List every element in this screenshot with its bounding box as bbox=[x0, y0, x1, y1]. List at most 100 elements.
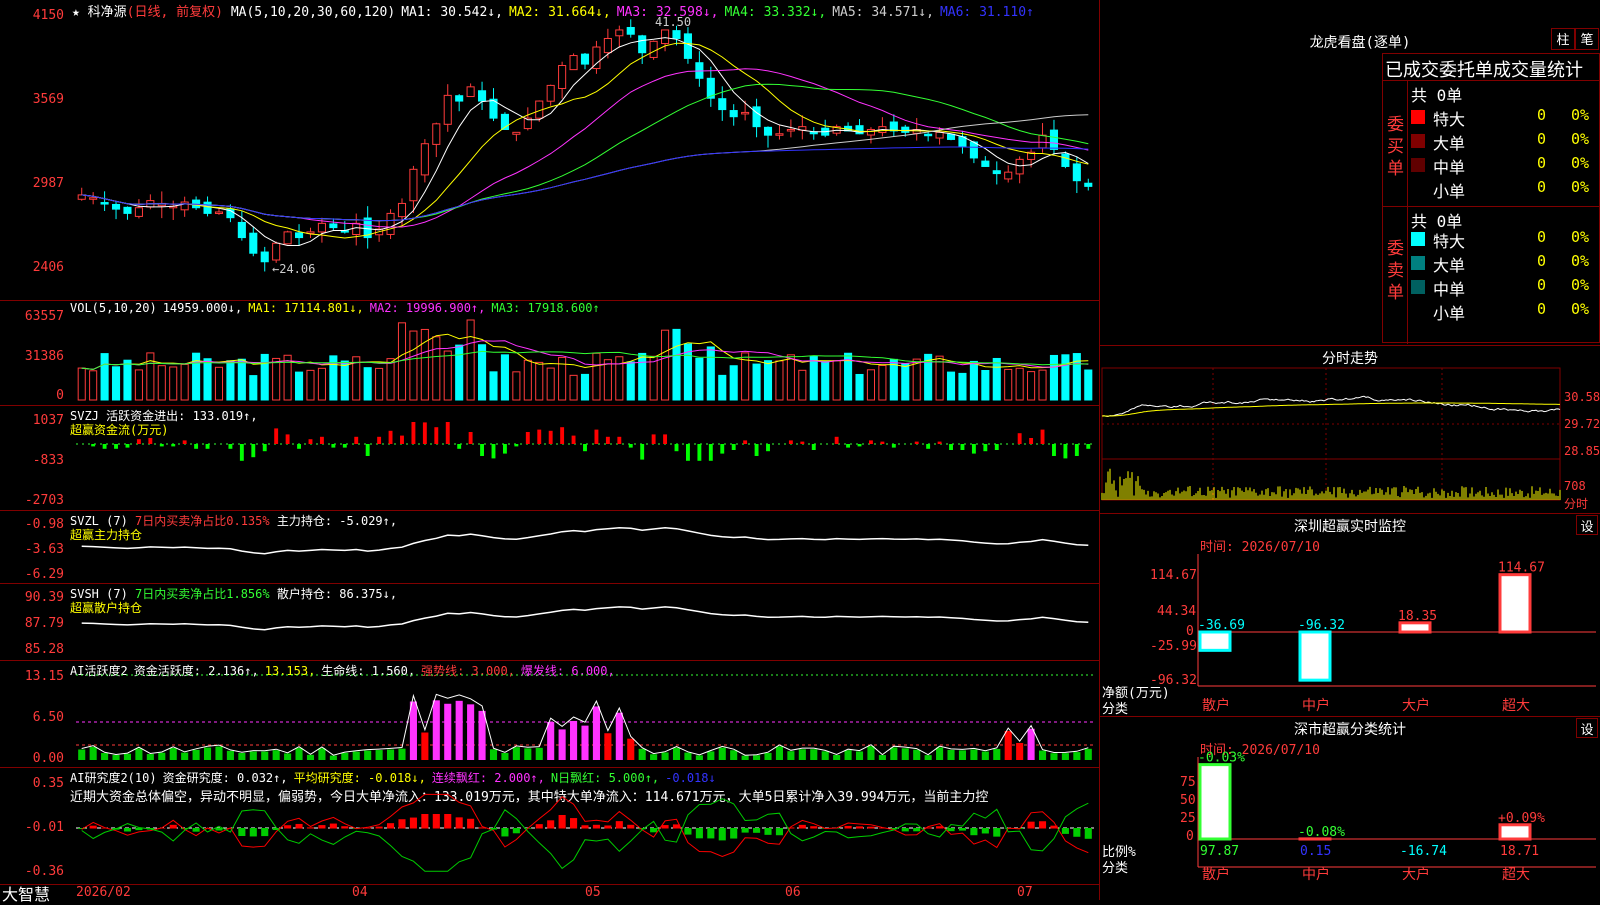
sell-row-pct-2: 0% bbox=[1571, 276, 1589, 294]
fl-bottom-label-1: 0.15 bbox=[1300, 844, 1331, 859]
ma-legend-item-0: MA(5,10,20,30,60,120) bbox=[231, 5, 395, 20]
buy-total: 共 0单 bbox=[1411, 82, 1462, 106]
svsh-value: 散户持仓: 86.375↓, bbox=[277, 587, 397, 601]
sell-row-val-2: 0 bbox=[1537, 276, 1546, 294]
fl-bottom-label-0: 97.87 bbox=[1200, 844, 1239, 859]
ai2-legend-item-4: N日飘红: 5.000↑, bbox=[551, 771, 659, 785]
fl-top-label-1: -0.08% bbox=[1298, 825, 1345, 840]
buy-row-swatch-1 bbox=[1411, 134, 1425, 148]
sell-row-pct-1: 0% bbox=[1571, 252, 1589, 270]
sz-bar-1 bbox=[1300, 632, 1330, 680]
x-tick-1: 04 bbox=[352, 885, 368, 900]
vol-legend-item-4: MA3: 17918.600↑ bbox=[491, 301, 599, 315]
buy-row-swatch-2 bbox=[1411, 158, 1425, 172]
bottom-left-logo: 大智慧 bbox=[2, 881, 50, 905]
sz-bar-0 bbox=[1200, 632, 1230, 650]
sell-row-swatch-3 bbox=[1411, 304, 1425, 318]
sell-row-name-2: 中单 bbox=[1433, 276, 1465, 300]
ai1-legend-item-2: 13.153, bbox=[265, 664, 316, 678]
star-icon: ★ bbox=[72, 5, 80, 20]
main-chart-area[interactable]: ★ 科净源(日线, 前复权) MA(5,10,20,30,60,120) MA1:… bbox=[0, 0, 1100, 900]
ai1-legend-item-1: 资金活跃度: 2.136↑, bbox=[134, 664, 259, 678]
bi-button[interactable]: 笔 bbox=[1575, 28, 1599, 50]
ai2-axis-2: -0.36 bbox=[0, 864, 64, 879]
ai-activity-pane[interactable]: AI活跃度2资金活跃度: 2.136↑,13.153,生命线: 1.560,强势… bbox=[0, 660, 1100, 768]
stock-mode: (日线, 前复权) bbox=[127, 5, 223, 20]
ai2-legend-item-5: -0.018↓ bbox=[665, 771, 716, 785]
vol-legend-item-3: MA2: 19996.900↑, bbox=[370, 301, 486, 315]
ai1-legend-item-5: 爆发线: 6.000, bbox=[521, 664, 615, 678]
buy-row-name-1: 大单 bbox=[1433, 130, 1465, 154]
ai1-axis-0: 13.15 bbox=[0, 669, 64, 684]
ai2-legend-item-2: 平均研究度: -0.018↓, bbox=[294, 771, 426, 785]
lhb-title: 龙虎看盘(逐单) bbox=[1260, 32, 1460, 52]
sz-monitor-panel[interactable]: 深圳超赢实时监控 设 时间: 2026/07/10 114.67 44.34 0… bbox=[1100, 513, 1600, 717]
zhu-button[interactable]: 柱 bbox=[1551, 28, 1575, 50]
ai1-legend-item-4: 强势线: 3.000, bbox=[421, 664, 515, 678]
vol-axis-1: 31386 bbox=[0, 349, 64, 364]
sz-val-label-3: 114.67 bbox=[1498, 561, 1545, 576]
fenshi-svg bbox=[1100, 346, 1600, 514]
svzj-axis-0: 1037 bbox=[0, 413, 64, 428]
x-tick-2: 05 bbox=[585, 885, 601, 900]
ma-legend-item-5: MA5: 34.571↓, bbox=[832, 5, 934, 20]
ma-legend-item-2: MA2: 31.664↓, bbox=[509, 5, 611, 20]
svsh-ratio: 7日内买卖净占比1.856% bbox=[135, 587, 270, 601]
ai2-legend-item-3: 连续飘红: 2.000↑, bbox=[432, 771, 545, 785]
fenshi-panel[interactable]: 分时走势 30.58 29.72 28.85 708 分时 bbox=[1100, 345, 1600, 514]
sz-bar-svg: -36.69散户-96.32中户18.35大户114.67超大 bbox=[1100, 514, 1600, 717]
ma-legend-item-1: MA1: 30.542↓, bbox=[401, 5, 503, 20]
stock-name: 科净源 bbox=[88, 5, 127, 20]
ma-legend-item-4: MA4: 33.332↓, bbox=[724, 5, 826, 20]
svzj-axis-2: -2703 bbox=[0, 493, 64, 508]
buy-row-pct-3: 0% bbox=[1571, 178, 1589, 196]
ai-research-pane[interactable]: AI研究度2(10) 资金研究度: 0.032↑, 平均研究度: -0.018↓, 连… bbox=[0, 767, 1100, 886]
buy-label: 委买单 bbox=[1387, 114, 1405, 180]
svsh-line2: 超赢散户持仓 bbox=[70, 599, 142, 616]
ai2-axis-1: -0.01 bbox=[0, 820, 64, 835]
price-pane[interactable]: ★ 科净源(日线, 前复权) MA(5,10,20,30,60,120) MA1:… bbox=[0, 0, 1100, 300]
fl-cat-label-3: 超大 bbox=[1502, 867, 1530, 883]
sz-val-label-0: -36.69 bbox=[1198, 618, 1245, 633]
svzl-pane[interactable]: SVZL (7) 7日内买卖净占比0.135% 主力持仓: -5.029↑, 超… bbox=[0, 510, 1100, 584]
svzl-axis-0: -0.98 bbox=[0, 517, 64, 532]
ai2-legend-item-1: 资金研究度: 0.032↑, bbox=[163, 771, 288, 785]
sell-row-swatch-1 bbox=[1411, 256, 1425, 270]
sell-row-name-0: 特大 bbox=[1433, 228, 1465, 252]
fl-bar-svg: -0.03%97.87散户-0.08%0.15中户-16.74大户+0.09%1… bbox=[1100, 717, 1600, 901]
sz-val-label-2: 18.35 bbox=[1398, 609, 1437, 624]
sell-row-name-3: 小单 bbox=[1433, 300, 1465, 324]
buy-row-pct-1: 0% bbox=[1571, 130, 1589, 148]
vol-legend-item-1: 14959.000↓, bbox=[163, 301, 242, 315]
ai2-summary: 近期大资金总体偏空，异动不明显，偏弱势，今日大单净流入：133.019万元，其中… bbox=[70, 786, 1098, 805]
ai2-legend-item-0: AI研究度2(10) bbox=[70, 771, 157, 785]
vol-axis-2: 0 bbox=[0, 388, 64, 403]
sell-row-name-1: 大单 bbox=[1433, 252, 1465, 276]
buy-row-swatch-3 bbox=[1411, 182, 1425, 196]
buy-row-pct-0: 0% bbox=[1571, 106, 1589, 124]
ma-legend-item-6: MA6: 31.110↑ bbox=[940, 5, 1034, 20]
fl-bar-0 bbox=[1200, 765, 1230, 839]
svsh-axis-2: 85.28 bbox=[0, 642, 64, 657]
svzl-ratio: 7日内买卖净占比0.135% bbox=[135, 514, 270, 528]
fenshi-frame bbox=[1102, 368, 1560, 500]
fl-stats-panel[interactable]: 深市超赢分类统计 设 时间: 2026/07/10 75 50 25 0 比例%… bbox=[1100, 716, 1600, 901]
sell-row-val-3: 0 bbox=[1537, 300, 1546, 318]
buy-row-val-3: 0 bbox=[1537, 178, 1546, 196]
svzj-pane[interactable]: SVZJ 活跃资金进出: 133.019↑, 超赢资金流(万元) 1037 -8… bbox=[0, 405, 1100, 511]
svsh-pane[interactable]: SVSH (7) 7日内买卖净占比1.856% 散户持仓: 86.375↓, 超… bbox=[0, 583, 1100, 661]
ai1-legend: AI活跃度2资金活跃度: 2.136↑,13.153,生命线: 1.560,强势… bbox=[70, 662, 621, 679]
ai1-axis-1: 6.50 bbox=[0, 710, 64, 725]
fl-top-label-0: -0.03% bbox=[1198, 751, 1245, 766]
volume-pane[interactable]: VOL(5,10,20)14959.000↓,MA1: 17114.801↓,M… bbox=[0, 300, 1100, 406]
x-axis: 大智慧 2026/02 04 05 06 07 bbox=[0, 884, 1100, 901]
buy-row-name-3: 小单 bbox=[1433, 178, 1465, 202]
x-tick-3: 06 bbox=[785, 885, 801, 900]
svzl-axis-2: -6.29 bbox=[0, 567, 64, 582]
low-annotation: ←24.06 bbox=[272, 262, 315, 276]
buy-row-name-0: 特大 bbox=[1433, 106, 1465, 130]
ai1-legend-item-0: AI活跃度2 bbox=[70, 664, 128, 678]
sell-row-pct-0: 0% bbox=[1571, 228, 1589, 246]
buy-row-val-1: 0 bbox=[1537, 130, 1546, 148]
sell-row-swatch-0 bbox=[1411, 232, 1425, 246]
